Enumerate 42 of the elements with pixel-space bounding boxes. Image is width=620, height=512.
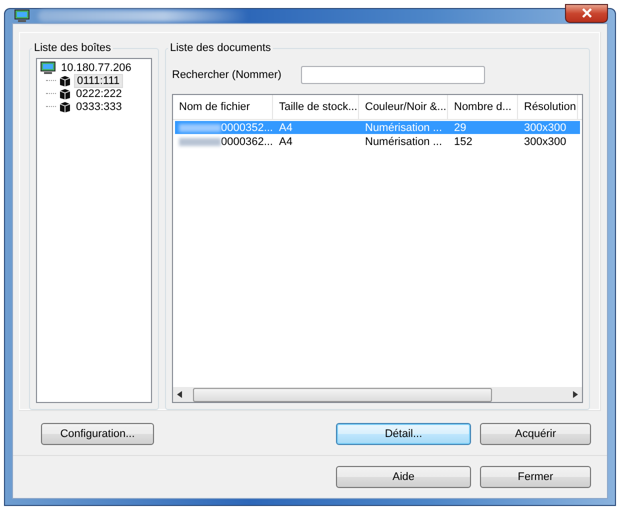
close-button[interactable] (565, 4, 608, 22)
column-header[interactable]: Nombre d... (448, 95, 518, 119)
column-header[interactable]: Résolution (518, 95, 578, 119)
computer-icon (14, 9, 30, 23)
tree-item[interactable]: 0111:111 (74, 74, 123, 88)
column-header[interactable]: Couleur/Noir &... (359, 95, 448, 119)
dialog-button[interactable]: Configuration... (41, 423, 154, 445)
left-arrow-icon (177, 391, 183, 398)
box-icon (59, 100, 71, 112)
column-header[interactable]: Nom de fichier (173, 95, 273, 119)
table-cell: A4 (279, 136, 292, 148)
table-cell: 0000352... (221, 122, 273, 134)
tree-item[interactable]: 0222:222 (74, 88, 124, 100)
dialog-button[interactable]: Aide (336, 466, 471, 488)
table-cell: A4 (279, 122, 292, 134)
tree-item[interactable]: 10.180.77.206 (59, 62, 134, 74)
search-label: Rechercher (Nommer) (172, 69, 282, 81)
blurred-text (179, 138, 221, 146)
group-label: Liste des boîtes (33, 42, 112, 54)
scrollbar-thumb[interactable] (193, 388, 492, 402)
table-cell: 0000362... (221, 136, 273, 148)
box-icon (59, 88, 71, 100)
computer-icon (40, 60, 56, 74)
blurred-text (179, 124, 221, 132)
dialog-button[interactable]: Détail... (336, 423, 471, 445)
close-icon (582, 8, 592, 18)
horizontal-scrollbar[interactable] (173, 387, 582, 402)
table-cell: 300x300 (524, 122, 566, 134)
right-arrow-icon (572, 391, 578, 398)
table-cell: 300x300 (524, 136, 566, 148)
table-cell: 152 (454, 136, 472, 148)
table-row[interactable]: 0000362... A4 Numérisation ... 152 300x300 (175, 135, 580, 148)
table-cell: Numérisation ... (365, 136, 442, 148)
dialog-button[interactable]: Fermer (480, 466, 591, 488)
column-header[interactable]: Taille de stock... (273, 95, 359, 119)
tree-item[interactable]: 0333:333 (74, 100, 124, 112)
group-label: Liste des documents (169, 42, 272, 54)
table-cell: 29 (454, 122, 466, 134)
box-icon (59, 74, 71, 86)
table-cell: Numérisation ... (365, 122, 442, 134)
search-field[interactable] (301, 66, 486, 84)
dialog-button[interactable]: Acquérir (480, 423, 591, 445)
